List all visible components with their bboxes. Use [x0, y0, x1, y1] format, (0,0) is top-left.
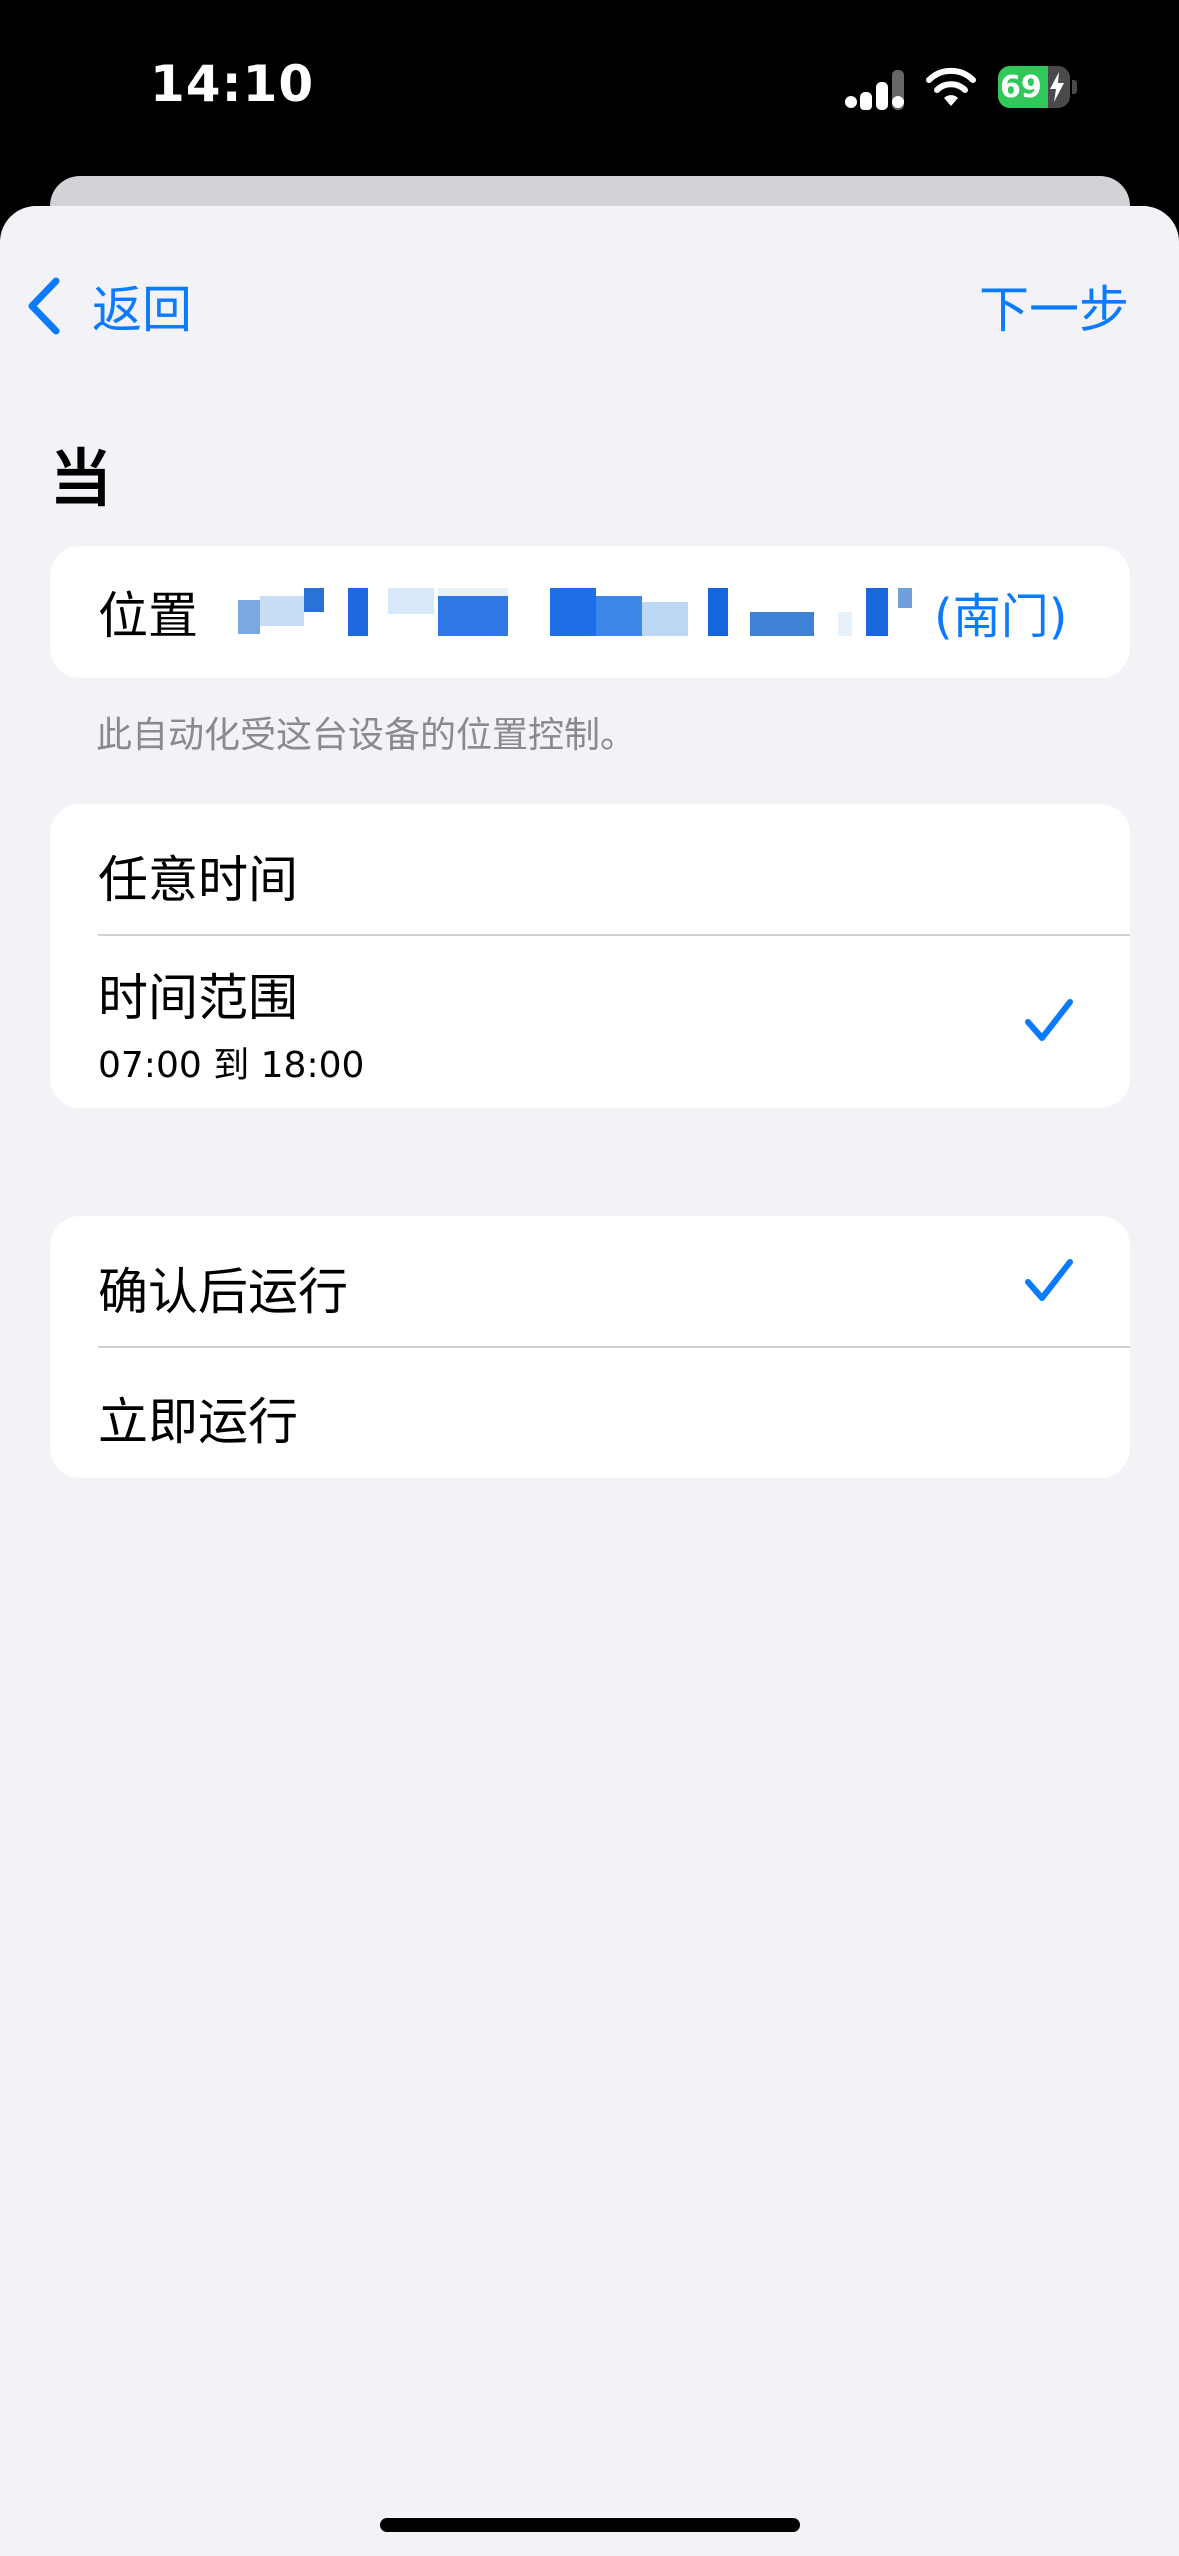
battery-level: 69: [1000, 70, 1042, 105]
location-row[interactable]: 位置 (南门): [98, 546, 1098, 678]
back-button[interactable]: 返回: [24, 266, 192, 346]
option-run-after-confirm[interactable]: 确认后运行: [50, 1216, 1130, 1346]
bolt-icon: [1050, 72, 1064, 102]
chevron-left-icon: [28, 277, 60, 335]
home-indicator[interactable]: [380, 2518, 800, 2532]
location-card[interactable]: 位置 (南门): [50, 546, 1130, 678]
time-options-card: 任意时间 时间范围 07:00 到 18:00: [50, 804, 1130, 1108]
back-label: 返回: [92, 281, 192, 339]
option-title: 确认后运行: [98, 1263, 348, 1321]
run-options-card: 确认后运行 立即运行: [50, 1216, 1130, 1478]
option-title: 任意时间: [98, 851, 298, 909]
next-button[interactable]: 下一步: [979, 266, 1129, 346]
redacted-location-name: [238, 588, 928, 636]
checkmark-icon: [1025, 1259, 1073, 1301]
option-run-immediately[interactable]: 立即运行: [50, 1348, 1130, 1478]
location-label: 位置: [98, 587, 198, 645]
option-any-time[interactable]: 任意时间: [50, 804, 1130, 934]
location-suffix: (南门): [934, 589, 1068, 645]
option-time-range[interactable]: 时间范围 07:00 到 18:00: [50, 936, 1130, 1108]
location-footnote: 此自动化受这台设备的位置控制。: [96, 715, 637, 756]
checkmark-icon: [1025, 999, 1073, 1041]
status-time: 14:10: [150, 55, 315, 113]
wifi-icon: [926, 67, 976, 106]
automation-sheet: 返回 下一步 当 位置 (南门) 此自动化受这台设备的位置控制。 任意时间 时间…: [0, 206, 1179, 2556]
signal-icon: [845, 70, 904, 110]
battery-charging-icon: 69: [998, 66, 1078, 108]
option-title: 立即运行: [98, 1393, 298, 1451]
status-bar: 14:10 69: [0, 0, 1179, 170]
option-title: 时间范围: [98, 969, 298, 1027]
section-title: 当: [50, 442, 113, 515]
time-range-value: 07:00 到 18:00: [98, 1045, 365, 1086]
